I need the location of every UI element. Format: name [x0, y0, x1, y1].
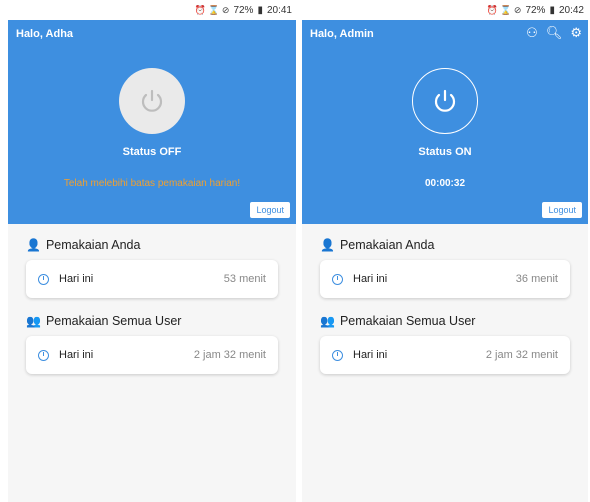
power-icon [141, 89, 163, 112]
users-icon[interactable]: ⚇ [526, 25, 538, 41]
status-icons: ⏰ ⌛ ⊘ [486, 4, 522, 15]
phone-screen-right: ⏰ ⌛ ⊘ 72% ▮ 20:42 Halo, Admin ⚇ 🔍︎ ⚙ Sta… [302, 0, 588, 502]
section-title-own: 👤 Pemakaian Anda [26, 238, 278, 252]
user-icon: 👤 [26, 238, 41, 252]
clock-icon [38, 349, 49, 361]
usage-card-own: Hari ini 53 menit [26, 260, 278, 298]
power-icon [434, 89, 456, 112]
greeting: Halo, Admin [310, 28, 374, 40]
search-icon[interactable]: 🔍︎ [546, 25, 563, 41]
clock-icon [332, 349, 343, 361]
hero-panel: Halo, Admin ⚇ 🔍︎ ⚙ Status ON 00:00:32 Lo… [302, 20, 588, 224]
section-title-label: Pemakaian Semua User [339, 314, 476, 328]
user-icon: 👤 [320, 238, 335, 252]
power-button[interactable] [412, 68, 478, 134]
card-value: 2 jam 32 menit [193, 349, 266, 361]
usage-card-own: Hari ini 36 menit [320, 260, 570, 298]
battery-level: 72% [233, 4, 254, 16]
section-title-all: 👥 Pemakaian Semua User [26, 314, 278, 328]
clock-time: 20:42 [558, 4, 584, 16]
card-value: 53 menit [223, 273, 266, 285]
power-button[interactable] [119, 68, 185, 134]
clock-time: 20:41 [266, 4, 292, 16]
card-value: 2 jam 32 menit [485, 349, 558, 361]
battery-icon: ▮ [257, 4, 263, 16]
status-text: Status ON [418, 146, 472, 158]
section-title-own: 👤 Pemakaian Anda [320, 238, 570, 252]
gear-icon[interactable]: ⚙ [570, 25, 582, 41]
session-timer: 00:00:32 [424, 178, 466, 189]
status-text: Status OFF [122, 146, 182, 158]
status-icons: ⏰ ⌛ ⊘ [194, 4, 230, 15]
greeting: Halo, Adha [16, 28, 74, 40]
section-title-label: Pemakaian Semua User [45, 314, 182, 328]
status-bar: ⏰ ⌛ ⊘ 72% ▮ 20:41 [8, 0, 296, 20]
header-icons: ⚇ 🔍︎ ⚙ [526, 25, 582, 41]
section-title-label: Pemakaian Anda [45, 238, 141, 252]
phone-screen-left: ⏰ ⌛ ⊘ 72% ▮ 20:41 Halo, Adha Status OFF … [8, 0, 296, 502]
usage-card-all: Hari ini 2 jam 32 menit [26, 336, 278, 374]
users-icon: 👥 [26, 314, 41, 328]
card-label: Hari ini [353, 349, 388, 361]
battery-icon: ▮ [549, 4, 555, 16]
card-value: 36 menit [515, 273, 558, 285]
card-label: Hari ini [59, 349, 94, 361]
users-icon: 👥 [320, 314, 335, 328]
logout-button[interactable]: Logout [542, 202, 582, 218]
clock-icon [332, 273, 343, 285]
logout-button[interactable]: Logout [250, 202, 290, 218]
section-title-label: Pemakaian Anda [339, 238, 435, 252]
usage-section: 👤 Pemakaian Anda Hari ini 36 menit 👥 Pem… [302, 238, 588, 374]
hero-panel: Halo, Adha Status OFF Telah melebihi bat… [8, 20, 296, 224]
warning-text: Telah melebihi batas pemakaian harian! [63, 178, 241, 189]
card-label: Hari ini [59, 273, 94, 285]
card-label: Hari ini [353, 273, 388, 285]
usage-card-all: Hari ini 2 jam 32 menit [320, 336, 570, 374]
clock-icon [38, 273, 49, 285]
battery-level: 72% [525, 4, 546, 16]
usage-section: 👤 Pemakaian Anda Hari ini 53 menit 👥 Pem… [8, 238, 296, 374]
status-bar: ⏰ ⌛ ⊘ 72% ▮ 20:42 [302, 0, 588, 20]
section-title-all: 👥 Pemakaian Semua User [320, 314, 570, 328]
